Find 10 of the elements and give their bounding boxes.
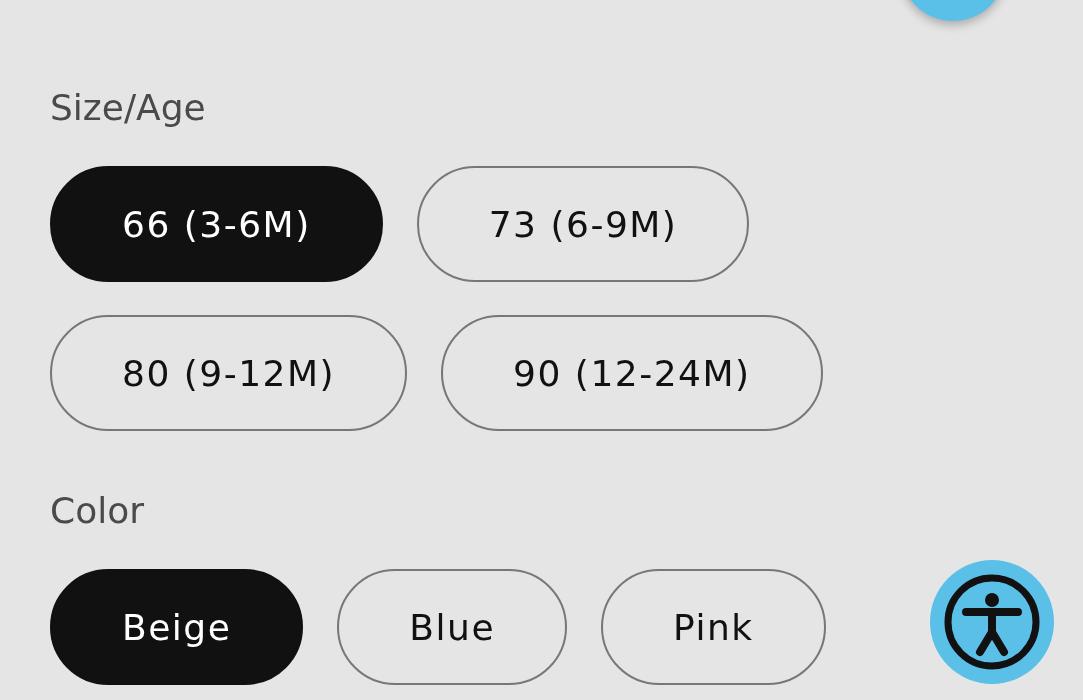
option-button[interactable]: 73 (6-9M) [416,166,750,282]
option-button[interactable]: Beige [50,569,304,685]
option-label: Color [50,489,145,533]
option-label: Size/Age [50,86,207,130]
option-button[interactable]: 80 (9-12M) [50,315,408,431]
option-button[interactable]: Blue [337,569,568,685]
accessibility-icon [942,572,1042,672]
option-button[interactable]: Pink [601,569,826,685]
option-button[interactable]: 90 (12-24M) [441,315,823,431]
option-button[interactable]: 66 (3-6M) [50,166,383,282]
